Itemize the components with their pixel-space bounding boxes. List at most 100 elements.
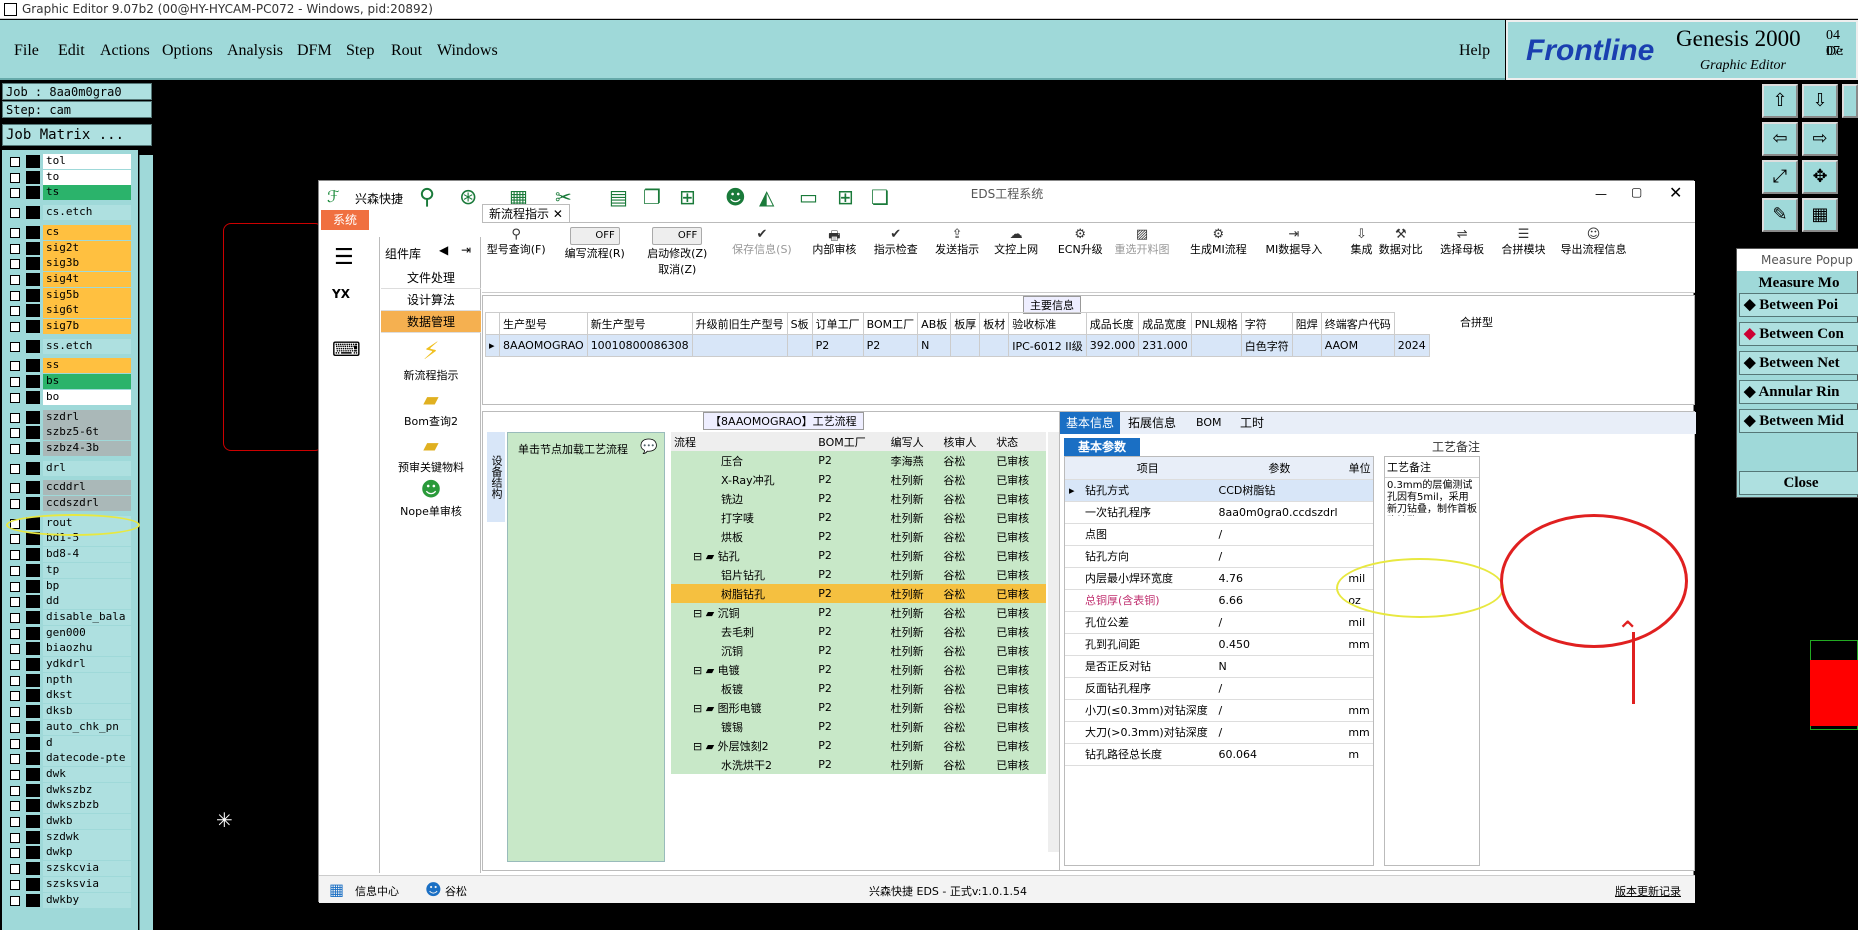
menu-file[interactable]: File [14, 42, 39, 60]
layer-row[interactable]: szsksvia [6, 876, 131, 892]
between-nets-button[interactable]: ◆ Between Net [1739, 351, 1858, 375]
layer-name[interactable]: bd8-4 [43, 547, 131, 563]
menu-actions[interactable]: Actions [100, 42, 150, 60]
tab-basic-info[interactable]: 基本信息 [1060, 412, 1121, 434]
layer-checkbox[interactable] [10, 832, 20, 843]
layer-name[interactable]: sig6t [43, 303, 131, 319]
ribbon-btn[interactable]: ✔ 保存信息(S) [732, 227, 792, 257]
ribbon-btn[interactable]: ⚲ 型号查询(F) [487, 227, 546, 257]
flow-row[interactable]: 烘板 P2 杜列新 谷松 已审核 [671, 527, 1046, 546]
layer-name[interactable]: dwk [43, 766, 131, 782]
ribbon-btn[interactable]: ⚙ 生成MI流程 [1190, 227, 1247, 257]
param-row[interactable]: 钻孔方向 / [1065, 545, 1373, 568]
yx-app-icon[interactable]: YX [332, 287, 350, 301]
layer-name[interactable]: ccddrl [43, 480, 131, 496]
layer-name[interactable]: bp [43, 578, 131, 594]
layer-affect-box[interactable] [26, 225, 40, 239]
grid-cell[interactable]: 392.000 [1085, 334, 1140, 357]
layer-checkbox[interactable] [10, 443, 20, 454]
layer-checkbox[interactable] [10, 612, 20, 623]
layer-checkbox[interactable] [10, 188, 20, 199]
layer-row[interactable]: to [6, 169, 131, 185]
menu-analysis[interactable]: Analysis [227, 42, 283, 60]
layer-row[interactable]: bd8-4 [6, 547, 131, 563]
layer-name[interactable]: to [43, 169, 131, 185]
layer-affect-box[interactable] [26, 736, 40, 750]
grid-header[interactable]: PNL规格 [1190, 312, 1242, 335]
flow-row[interactable]: ⊟ ▰ 图形电镀 P2 杜列新 谷松 已审核 [671, 698, 1046, 717]
grid-cell[interactable]: P2 [811, 334, 864, 357]
ribbon-btn[interactable]: 🖶 内部审核 [812, 227, 856, 257]
layer-checkbox[interactable] [10, 817, 20, 827]
collapse-arrow-icon[interactable]: ◀ [439, 243, 448, 257]
tool-grid-icon[interactable]: ▦ [1802, 198, 1838, 232]
sys-tab[interactable]: 系统 [321, 210, 369, 230]
layer-name[interactable]: datecode-pte [43, 751, 131, 767]
layer-affect-box[interactable] [26, 846, 40, 860]
layer-checkbox[interactable] [10, 848, 20, 859]
layer-name[interactable]: ss.etch [43, 338, 131, 354]
grid-cell[interactable]: P2 [862, 334, 919, 357]
layer-affect-box[interactable] [26, 375, 40, 389]
flow-row[interactable]: ⊟ ▰ 外层蚀刻2 P2 杜列新 谷松 已审核 [671, 736, 1046, 755]
flow-row[interactable]: 铣边 P2 杜列新 谷松 已审核 [671, 489, 1046, 508]
layer-name[interactable]: ccdszdrl [43, 496, 131, 511]
layer-name[interactable]: sig4t [43, 271, 131, 287]
toggle-switch[interactable]: OFF [569, 227, 620, 245]
layer-affect-box[interactable] [26, 579, 40, 593]
layer-affect-box[interactable] [26, 481, 40, 495]
layer-checkbox[interactable] [10, 483, 20, 494]
layer-name[interactable]: sig7b [43, 319, 131, 334]
layer-name[interactable]: szsksvia [43, 876, 131, 892]
layer-row[interactable]: dwkszbz [6, 782, 131, 798]
layer-checkbox[interactable] [10, 243, 20, 254]
layer-row[interactable]: sig7b [6, 319, 131, 334]
layer-name[interactable]: sig2t [43, 240, 131, 256]
layer-affect-box[interactable] [26, 830, 40, 844]
layer-checkbox[interactable] [10, 227, 20, 238]
tab-hours[interactable]: 工时 [1240, 412, 1264, 434]
layer-name[interactable]: ss [43, 358, 131, 374]
close-icon[interactable]: ✕ [1669, 183, 1682, 202]
layer-name[interactable]: dd [43, 594, 131, 610]
ribbon-btn[interactable]: ⇩ 集成 [1350, 227, 1372, 257]
layer-row[interactable]: datecode-pte [6, 751, 131, 767]
layer-affect-box[interactable] [26, 767, 40, 781]
flow-row[interactable]: 去毛刺 P2 杜列新 谷松 已审核 [671, 622, 1046, 641]
ribbon-btn[interactable]: OFF 编写流程(R) [565, 227, 625, 261]
grid-cell[interactable] [786, 334, 813, 357]
menu-step[interactable]: Step [346, 42, 374, 60]
layer-affect-box[interactable] [26, 155, 40, 168]
layer-checkbox[interactable] [10, 565, 20, 576]
tool-right-icon[interactable]: ⇨ [1802, 122, 1838, 156]
pin-icon[interactable]: ⇥ [461, 243, 471, 257]
layer-affect-box[interactable] [26, 257, 40, 271]
ribbon-btn[interactable]: ☰ 合拼模块 [1502, 227, 1546, 257]
grid-header[interactable]: 成品宽度 [1138, 312, 1192, 335]
layer-checkbox[interactable] [10, 864, 20, 875]
layer-row[interactable]: dwkb [6, 814, 131, 829]
layer-affect-box[interactable] [26, 595, 40, 609]
layer-row[interactable]: cs.etch [6, 205, 131, 221]
layer-row[interactable]: sig4t [6, 271, 131, 287]
annular-ring-button[interactable]: ◆ Annular Rin [1739, 380, 1858, 404]
layer-name[interactable]: dwkb [43, 814, 131, 829]
layer-affect-box[interactable] [26, 610, 40, 624]
layer-row[interactable]: drl [6, 460, 131, 476]
layer-checkbox[interactable] [10, 274, 20, 285]
layer-checkbox[interactable] [10, 322, 20, 332]
maximize-icon[interactable]: ▢ [1631, 185, 1642, 199]
layer-checkbox[interactable] [10, 172, 20, 183]
layer-checkbox[interactable] [10, 722, 20, 733]
layer-affect-box[interactable] [26, 359, 40, 373]
layer-name[interactable]: dwkszbzb [43, 798, 131, 814]
folder2-icon[interactable]: ▰ [381, 433, 481, 457]
flow-row[interactable]: 铝片钻孔 P2 杜列新 谷松 已审核 [671, 565, 1046, 584]
layer-name[interactable]: sig3b [43, 256, 131, 272]
layer-checkbox[interactable] [10, 463, 20, 474]
grid-header[interactable]: 板材 [979, 312, 1010, 335]
layer-checkbox[interactable] [10, 754, 20, 765]
grid-header[interactable]: BOM工厂 [862, 312, 919, 335]
layer-row[interactable]: tp [6, 562, 131, 578]
toggle-switch[interactable]: OFF [652, 227, 703, 245]
